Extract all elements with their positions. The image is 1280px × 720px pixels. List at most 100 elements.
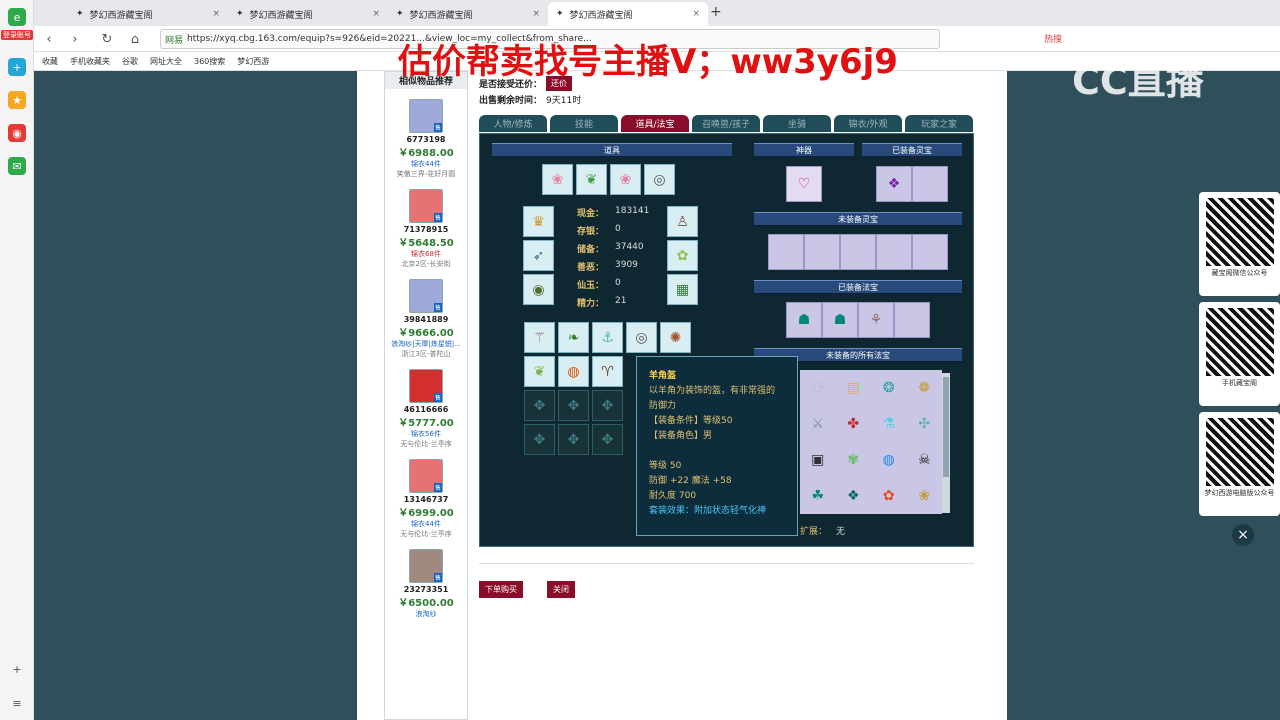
bag-slot[interactable]: ❧ bbox=[558, 322, 589, 353]
avatar: 售 bbox=[409, 549, 443, 583]
bag-slot[interactable]: ⚓ bbox=[592, 322, 623, 353]
close-button[interactable]: 关闭 bbox=[547, 581, 575, 598]
bag-slot[interactable]: ♈ bbox=[592, 356, 623, 387]
bookmark-item[interactable]: 网址大全 bbox=[150, 56, 182, 67]
equip-slot[interactable]: ➶ bbox=[523, 240, 554, 271]
tab-character[interactable]: 人物/修炼 bbox=[479, 115, 547, 132]
empty-slot: ✥ bbox=[524, 390, 555, 421]
hot-search[interactable]: 热搜 bbox=[1044, 32, 1062, 45]
tooltip-desc2: 防御力 bbox=[649, 401, 677, 411]
qr-card[interactable]: 梦幻西游电脑版公众号 bbox=[1199, 412, 1280, 516]
bag-slot[interactable]: ◎ bbox=[626, 322, 657, 353]
list-item[interactable]: 售 46116666 ￥5777.00 锦衣56件 无与伦比-兰亭序 bbox=[385, 369, 467, 449]
fabao-icon[interactable]: ▤ bbox=[847, 380, 860, 396]
list-item[interactable]: 售 39841889 ￥9666.00 浪淘纱|天摩|炼星蜕|... 浙江3区-… bbox=[385, 279, 467, 359]
fabao-icon[interactable]: ✣ bbox=[918, 416, 930, 432]
shenqi-slot[interactable]: ♡ bbox=[786, 166, 822, 202]
fabao-icon[interactable]: ❁ bbox=[918, 380, 930, 396]
fabao-icon[interactable]: ❀ bbox=[918, 488, 930, 504]
tab-items[interactable]: 道具/法宝 bbox=[621, 115, 689, 132]
tab-skills[interactable]: 技能 bbox=[550, 115, 618, 132]
fabao-slot[interactable]: ⚘ bbox=[858, 302, 894, 338]
tab-1[interactable]: ✦ 梦幻西游藏宝阁 × bbox=[68, 2, 228, 26]
item-slot[interactable]: ❀ bbox=[610, 164, 641, 195]
plus-icon[interactable]: + bbox=[8, 660, 26, 678]
equip-slot[interactable]: ✿ bbox=[667, 240, 698, 271]
time-label: 出售剩余时间： bbox=[479, 95, 543, 106]
login-badge[interactable]: 登录账号 bbox=[1, 30, 33, 40]
bookmark-item[interactable]: 谷歌 bbox=[122, 56, 138, 67]
star-icon[interactable]: ★ bbox=[8, 91, 26, 109]
bookmark-item[interactable]: 收藏 bbox=[42, 56, 58, 67]
add-icon[interactable]: + bbox=[8, 58, 26, 76]
equip-slot[interactable]: ◉ bbox=[523, 274, 554, 305]
equip-slot[interactable]: ▦ bbox=[667, 274, 698, 305]
qr-card[interactable]: 手机藏宝阁 bbox=[1199, 302, 1280, 406]
tab-3[interactable]: ✦ 梦幻西游藏宝阁 × bbox=[388, 2, 548, 26]
tab-outfits[interactable]: 锦衣/外观 bbox=[834, 115, 902, 132]
browser-logo-icon[interactable]: e bbox=[8, 8, 26, 26]
list-item[interactable]: 售 13146737 ￥6999.00 锦衣44件 无与伦比-兰亭序 bbox=[385, 459, 467, 539]
fabao-icon[interactable]: ✾ bbox=[847, 452, 859, 468]
equipped-lingbao-header: 已装备灵宝 bbox=[862, 143, 962, 157]
list-item[interactable]: 售 6773198 ￥6988.00 锦衣44件 笑傲三界-花好月圆 bbox=[385, 99, 467, 179]
fabao-icon[interactable]: ☠ bbox=[918, 452, 931, 468]
menu-icon[interactable]: ≡ bbox=[8, 694, 26, 712]
tab-mounts[interactable]: 坐骑 bbox=[763, 115, 831, 132]
divider bbox=[479, 563, 974, 564]
weibo-icon[interactable]: ◉ bbox=[8, 124, 26, 142]
fabao-icon[interactable]: ❖ bbox=[847, 488, 860, 504]
bag-slot[interactable]: ❦ bbox=[524, 356, 555, 387]
fabao-icon[interactable]: ✿ bbox=[883, 488, 895, 504]
list-item[interactable]: 售 71378915 ￥5648.50 锦衣68件 北京2区-长安街 bbox=[385, 189, 467, 269]
fabao-slot[interactable]: ☗ bbox=[822, 302, 858, 338]
buy-button[interactable]: 下单购买 bbox=[479, 581, 523, 598]
close-icon[interactable]: × bbox=[212, 9, 220, 19]
fabao-icon[interactable]: ◍ bbox=[883, 452, 895, 468]
forward-button[interactable]: › bbox=[66, 30, 84, 48]
unequipped-lingbao-header: 未装备灵宝 bbox=[754, 212, 962, 226]
close-qr-button[interactable]: × bbox=[1232, 524, 1254, 546]
bag-slot[interactable]: ◍ bbox=[558, 356, 589, 387]
bookmark-item[interactable]: 手机收藏夹 bbox=[70, 56, 110, 67]
tab-pets[interactable]: 召唤兽/孩子 bbox=[692, 115, 760, 132]
fabao-icon[interactable]: ❂ bbox=[883, 380, 895, 396]
close-icon[interactable]: × bbox=[692, 9, 700, 19]
bag-slot[interactable]: ✺ bbox=[660, 322, 691, 353]
empty-slot: ✥ bbox=[592, 390, 623, 421]
fabao-icon[interactable]: ⚇ bbox=[811, 380, 824, 396]
fabao-grid[interactable]: ⚇ ▤ ❂ ❁ ⚔ ✤ ⚗ ✣ ▣ ✾ ◍ ☠ ☘ ❖ ✿ ❀ bbox=[800, 370, 942, 514]
equip-slot[interactable]: ♛ bbox=[523, 206, 554, 237]
home-button[interactable]: ⌂ bbox=[126, 30, 144, 48]
bookmark-item[interactable]: 梦幻西游 bbox=[237, 56, 269, 67]
fabao-icon[interactable]: ⚔ bbox=[811, 416, 824, 432]
fabao-scrollbar[interactable] bbox=[942, 373, 950, 513]
fabao-icon[interactable]: ⚗ bbox=[882, 416, 895, 432]
fabao-icon[interactable]: ✤ bbox=[847, 416, 859, 432]
mail-icon[interactable]: ✉ bbox=[8, 157, 26, 175]
equip-slot[interactable]: ♙ bbox=[667, 206, 698, 237]
fabao-icon[interactable]: ☘ bbox=[811, 488, 824, 504]
item-slot[interactable]: ❦ bbox=[576, 164, 607, 195]
item-slot[interactable]: ❀ bbox=[542, 164, 573, 195]
item-price: ￥9666.00 bbox=[398, 328, 454, 339]
qr-code-icon bbox=[1205, 418, 1274, 486]
fabao-slot[interactable]: ☗ bbox=[786, 302, 822, 338]
lingbao-slot[interactable]: ❖ bbox=[876, 166, 912, 202]
close-icon[interactable]: × bbox=[532, 9, 540, 19]
tab-home[interactable]: 玩家之家 bbox=[905, 115, 973, 132]
tab-favicon-icon: ✦ bbox=[236, 9, 244, 19]
tooltip-durability: 耐久度 700 bbox=[649, 491, 697, 501]
close-icon[interactable]: × bbox=[372, 9, 380, 19]
new-tab-button[interactable]: + bbox=[710, 4, 722, 20]
reload-button[interactable]: ↻ bbox=[98, 30, 116, 48]
list-item[interactable]: 售 23273351 ￥6500.00 浪淘纱 bbox=[385, 549, 467, 619]
tab-4[interactable]: ✦ 梦幻西游藏宝阁 × bbox=[548, 2, 708, 26]
bag-slot[interactable]: ⚚ bbox=[524, 322, 555, 353]
item-slot[interactable]: ◎ bbox=[644, 164, 675, 195]
qr-card[interactable]: 藏宝阁微信公众号 bbox=[1199, 192, 1280, 296]
fabao-icon[interactable]: ▣ bbox=[811, 452, 824, 468]
bookmark-item[interactable]: 360搜索 bbox=[194, 56, 225, 67]
back-button[interactable]: ‹ bbox=[40, 30, 58, 48]
tab-2[interactable]: ✦ 梦幻西游藏宝阁 × bbox=[228, 2, 388, 26]
